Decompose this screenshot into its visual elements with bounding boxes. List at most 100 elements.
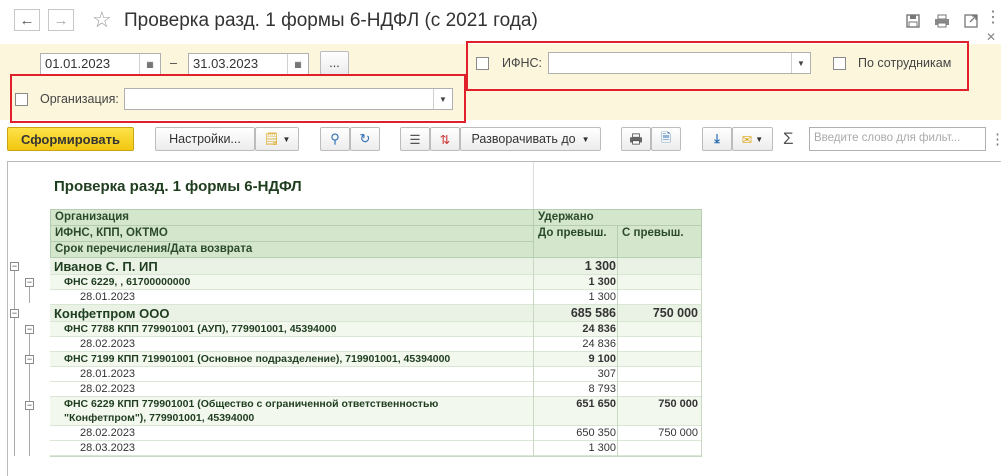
forward-button[interactable]: → <box>48 9 74 31</box>
expand-groups-icon: ☰ <box>409 132 421 147</box>
back-button[interactable]: ← <box>14 9 40 31</box>
expand-all-button[interactable]: ☰ <box>400 127 430 151</box>
table-row[interactable]: ФНС 6229, , 61700000000 1 300 <box>50 275 702 290</box>
collapse-group-icon[interactable]: − <box>25 278 34 287</box>
row-label: ФНС 7788 КПП 779901001 (АУП), 779901001,… <box>64 323 337 335</box>
calendar-icon[interactable]: ▦ <box>287 54 308 74</box>
highlight-box-ifns <box>466 41 969 91</box>
find-next-button[interactable]: ↻ <box>350 127 380 151</box>
table-row[interactable]: 28.01.2023 1 300 <box>50 290 702 305</box>
report-variants-icon: 🗒 <box>263 131 280 146</box>
table-row[interactable]: 28.01.2023 307 <box>50 367 702 382</box>
collapse-group-icon[interactable]: − <box>25 355 34 364</box>
row-value-before: 1 300 <box>588 276 616 288</box>
table-row[interactable]: 28.02.2023 24 836 <box>50 337 702 352</box>
tree-connector <box>29 287 30 303</box>
table-row[interactable]: Иванов С. П. ИП 1 300 <box>50 258 702 275</box>
print-button[interactable] <box>621 127 651 151</box>
tree-connector <box>29 334 30 456</box>
column-divider <box>617 258 618 456</box>
row-value-after: 750 000 <box>658 427 698 439</box>
row-value-before: 9 100 <box>588 353 616 365</box>
sum-icon[interactable]: Σ <box>783 129 794 149</box>
row-value-after: 750 000 <box>658 398 698 410</box>
table-row[interactable]: 28.02.2023 8 793 <box>50 382 702 397</box>
row-value-before: 24 836 <box>582 323 616 335</box>
header-withheld: Удержано <box>533 209 702 226</box>
header-before-excess: До превыш. <box>533 225 618 258</box>
table-row[interactable]: Конфетпром ООО 685 586 750 000 <box>50 305 702 322</box>
variants-button[interactable]: 🗒 ▼ <box>255 127 299 151</box>
envelope-icon: ✉ <box>741 132 753 147</box>
date-to-input[interactable]: 31.03.2023 ▦ <box>188 53 309 75</box>
preview-icon: 🗎 <box>660 130 672 145</box>
table-row[interactable]: ФНС 7199 КПП 719901001 (Основное подразд… <box>50 352 702 367</box>
row-value-before: 1 300 <box>588 442 616 454</box>
row-label: 28.02.2023 <box>80 427 136 439</box>
row-label: Конфетпром ООО <box>54 306 170 321</box>
report-bottom-line <box>50 456 702 457</box>
chevron-down-icon: ▼ <box>282 134 291 144</box>
row-label: 28.01.2023 <box>80 368 136 380</box>
collapse-group-icon[interactable]: − <box>25 325 34 334</box>
row-label: 28.03.2023 <box>80 442 136 454</box>
collapse-group-icon[interactable]: − <box>10 309 19 318</box>
row-value-before: 1 300 <box>588 291 616 303</box>
page-title: Проверка разд. 1 формы 6-НДФЛ (с 2021 го… <box>124 10 538 31</box>
row-value-before: 651 650 <box>576 398 616 410</box>
more-menu-icon[interactable]: ⋮ <box>990 130 1001 148</box>
print-icon[interactable] <box>933 12 951 30</box>
search-input[interactable]: Введите слово для фильт... <box>809 127 986 151</box>
date-from-input[interactable]: 01.01.2023 ▦ <box>40 53 161 75</box>
save-icon[interactable] <box>904 12 922 30</box>
settings-button[interactable]: Настройки... <box>155 127 255 151</box>
collapse-group-icon[interactable]: − <box>10 262 19 271</box>
table-row[interactable]: 28.03.2023 1 300 <box>50 441 702 456</box>
print-preview-button[interactable]: 🗎 <box>651 127 681 151</box>
generate-button[interactable]: Сформировать <box>7 127 134 151</box>
print-icon <box>630 133 642 145</box>
report-title: Проверка разд. 1 формы 6-НДФЛ <box>54 178 302 195</box>
header-ifns: ИФНС, КПП, ОКТМО <box>50 225 534 242</box>
table-row[interactable]: 28.02.2023 650 350 750 000 <box>50 426 702 441</box>
collapse-group-icon[interactable]: − <box>25 401 34 410</box>
more-menu-icon[interactable]: ⋮ <box>984 8 1001 26</box>
row-label: Иванов С. П. ИП <box>54 259 158 274</box>
favorite-star-icon[interactable]: ☆ <box>92 7 112 33</box>
row-label: ФНС 6229 КПП 779901001 (Общество с огран… <box>64 398 439 410</box>
row-value-before: 307 <box>597 368 616 380</box>
header-term: Срок перечисления/Дата возврата <box>50 241 534 258</box>
date-separator: – <box>170 56 177 70</box>
close-icon[interactable]: ✕ <box>986 30 996 44</box>
row-value-before: 8 793 <box>588 383 616 395</box>
row-value-before: 24 836 <box>582 338 616 350</box>
date-to-value: 31.03.2023 <box>193 56 259 71</box>
row-value-before: 650 350 <box>576 427 616 439</box>
arrow-right-icon: → <box>53 11 69 29</box>
send-email-button[interactable]: ✉ ▼ <box>732 127 773 151</box>
highlight-box-organization <box>10 74 466 123</box>
row-label: 28.02.2023 <box>80 338 136 350</box>
calendar-icon[interactable]: ▦ <box>139 54 160 74</box>
row-value-before: 1 300 <box>584 259 616 273</box>
select-period-button[interactable]: ... <box>320 51 349 75</box>
column-divider <box>533 258 534 456</box>
chevron-down-icon: ▼ <box>581 134 590 144</box>
search-next-icon: ↻ <box>359 131 371 146</box>
table-row[interactable]: ФНС 6229 КПП 779901001 (Общество с огран… <box>50 397 702 426</box>
row-label: 28.01.2023 <box>80 291 136 303</box>
collapse-all-button[interactable]: ⇅ <box>430 127 460 151</box>
row-label: ФНС 7199 КПП 719901001 (Основное подразд… <box>64 353 451 365</box>
find-button[interactable]: ⚲ <box>320 127 350 151</box>
expand-to-button[interactable]: Разворачивать до ▼ <box>460 127 601 151</box>
download-icon: ⤓ <box>714 131 720 146</box>
date-from-value: 01.01.2023 <box>45 56 111 71</box>
row-label: 28.02.2023 <box>80 383 136 395</box>
row-label: ФНС 6229, , 61700000000 <box>64 276 191 288</box>
header-organization: Организация <box>50 209 534 226</box>
save-file-button[interactable]: ⤓ <box>702 127 732 151</box>
open-in-window-icon[interactable] <box>962 12 980 30</box>
header-after-excess: С превыш. <box>617 225 702 258</box>
tree-connector <box>14 270 15 456</box>
table-row[interactable]: ФНС 7788 КПП 779901001 (АУП), 779901001,… <box>50 322 702 337</box>
